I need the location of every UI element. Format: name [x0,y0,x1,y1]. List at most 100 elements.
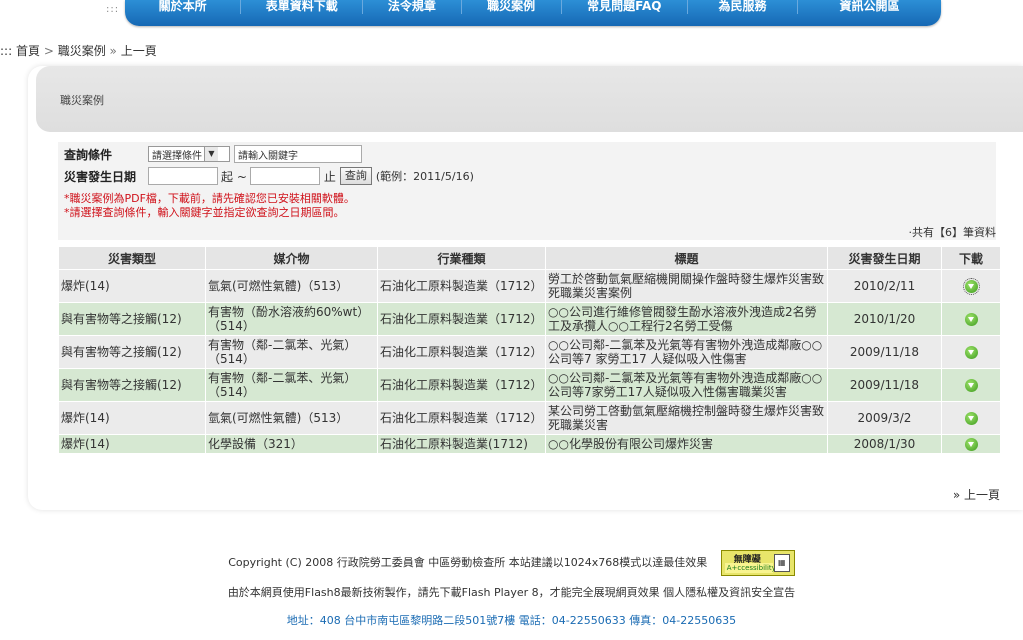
cell-medium: 有害物（酚水溶液約60%wt）（514） [205,302,378,336]
page-title: 職災案例 [60,94,104,107]
download-icon[interactable] [964,379,978,392]
table-row: 與有害物等之接觸(12) 有害物（鄰-二氯苯、光氣）（514） 石油化工原料製造… [58,335,1001,369]
header-industry: 行業種類 [377,246,546,270]
nav-item-regulations[interactable]: 法令規章 [363,0,462,14]
cell-download [941,368,1001,402]
cell-industry: 石油化工原料製造業（1712） [377,269,546,303]
accident-case-table: 災害類型 媒介物 行業種類 標題 災害發生日期 下載 爆炸(14) 氫氣(可燃性… [58,246,1001,454]
download-icon[interactable] [964,313,978,326]
breadcrumb: ::: 首頁 > 職災案例 » 上一頁 [0,42,157,59]
record-count: ‧共有【6】筆資料 [908,226,997,239]
header-medium: 媒介物 [205,246,378,270]
query-instruction-note: *請選擇查詢條件，輸入關鍵字並指定欲查詢之日期區間。 [64,206,345,219]
table-row: 與有害物等之接觸(12) 有害物（鄰-二氯苯、光氣）（514） 石油化工原料製造… [58,368,1001,402]
cell-title[interactable]: ○○化學股份有限公司爆炸災害 [545,434,828,454]
date-to-text: 止 [323,169,336,184]
cell-type: 與有害物等之接觸(12) [58,368,206,402]
download-icon[interactable] [964,412,978,425]
breadcrumb-current: 職災案例 [57,44,106,58]
date-from-input[interactable] [148,167,218,185]
condition-select[interactable]: 請選擇條件 ▼ [148,146,230,162]
cell-type: 爆炸(14) [58,434,206,454]
condition-select-value: 請選擇條件 [152,150,202,162]
cell-title[interactable]: ○○公司進行維修管閥發生酚水溶液外洩造成2名勞工及承攬人○○工程行2名勞工受傷 [545,302,828,336]
keyword-input[interactable]: 請輸入關鍵字 [234,145,362,163]
chevron-down-icon[interactable]: ▼ [204,147,218,161]
download-icon[interactable] [962,278,980,295]
cell-industry: 石油化工原料製造業（1712） [377,368,546,402]
table-row: 爆炸(14) 化學設備（321） 石油化工原料製造業(1712) ○○化學股份有… [58,434,1001,454]
cell-date: 2009/11/18 [827,335,942,369]
cell-medium: 有害物（鄰-二氯苯、光氣）（514） [205,335,378,369]
table-header-row: 災害類型 媒介物 行業種類 標題 災害發生日期 下載 [58,246,1001,270]
date-to-input[interactable] [249,167,320,185]
accesskey-dots[interactable]: ::: [106,4,119,15]
table-row: 與有害物等之接觸(12) 有害物（酚水溶液約60%wt）（514） 石油化工原料… [58,302,1001,336]
accessibility-badge[interactable]: 無障礙 A+ccessibility ▦ [720,550,795,576]
nav-item-faq[interactable]: 常見問題FAQ [562,0,688,14]
cell-download [941,269,1001,303]
nav-item-forms-download[interactable]: 表單資料下載 [241,0,364,14]
accessibility-logo-icon: ▦ [773,554,790,572]
cell-type: 與有害物等之接觸(12) [58,335,206,369]
breadcrumb-home-link[interactable]: 首頁 [16,44,40,58]
cell-date: 2009/3/2 [827,401,942,435]
cell-industry: 石油化工原料製造業(1712) [377,434,546,454]
date-label: 災害發生日期 [64,169,137,184]
date-example: (範例：2011/5/16) [375,170,474,183]
breadcrumb-dots: ::: [0,44,13,58]
cell-title[interactable]: ○○公司鄰-二氯苯及光氣等有害物外洩造成鄰廠○○公司等7 家勞工17 人疑似吸入… [545,335,828,369]
footer-flash-note: 由於本網頁使用Flash8最新技術製作，請先下載Flash Player 8，才… [227,586,796,599]
breadcrumb-separator-2: » [109,44,117,58]
header-title: 標題 [545,246,828,270]
copyright-text: Copyright (C) 2008 行政院勞工委員會 中區勞動檢查所 本站建議… [228,556,708,569]
cell-download [941,335,1001,369]
nav-item-accident-cases[interactable]: 職災案例 [462,0,562,14]
cell-type: 與有害物等之接觸(12) [58,302,206,336]
cell-medium: 有害物（鄰-二氯苯、光氣）（514） [205,368,378,402]
search-button[interactable]: 查詢 [339,167,372,185]
date-from-text: 起 ~ [221,169,247,184]
cell-date: 2008/1/30 [827,434,942,454]
cell-title[interactable]: 勞工於啓動氫氣壓縮機開關操作盤時發生爆炸災害致死職業災害案例 [545,269,828,303]
breadcrumb-separator: > [43,44,54,58]
nav-item-about[interactable]: 關於本所 [125,0,242,14]
cell-type: 爆炸(14) [58,401,206,435]
query-form: 查詢條件 請選擇條件 ▼ 請輸入關鍵字 災害發生日期 起 ~ 止 查詢 (範例：… [58,142,996,240]
cell-industry: 石油化工原料製造業（1712） [377,335,546,369]
download-icon[interactable] [964,346,978,359]
nav-item-info-disclosure[interactable]: 資訊公開區 [798,0,941,14]
header-date: 災害發生日期 [827,246,942,270]
main-menu: 關於本所 表單資料下載 法令規章 職災案例 常見問題FAQ 為民服務 資訊公開區 [125,0,941,26]
panel-header: 職災案例 [36,66,1023,132]
back-link[interactable]: » 上一頁 [953,486,1000,503]
condition-label: 查詢條件 [64,147,113,162]
cell-industry: 石油化工原料製造業（1712） [377,302,546,336]
cell-medium: 氫氣(可燃性氣體)（513） [205,269,378,303]
cell-type: 爆炸(14) [58,269,206,303]
query-date-row: 災害發生日期 起 ~ 止 查詢 (範例：2011/5/16) [64,166,474,186]
query-condition-row: 查詢條件 請選擇條件 ▼ 請輸入關鍵字 [64,144,362,164]
cell-date: 2010/1/20 [827,302,942,336]
cell-date: 2010/2/11 [827,269,942,303]
cell-download [941,302,1001,336]
cell-download [941,401,1001,435]
table-row: 爆炸(14) 氫氣(可燃性氣體)（513） 石油化工原料製造業（1712） 某公… [58,401,1001,435]
footer-address: 地址：408 台中市南屯區黎明路二段501號7樓 電話：04-22550633 … [286,614,737,627]
cell-medium: 氫氣(可燃性氣體)（513） [205,401,378,435]
nav-item-public-service[interactable]: 為民服務 [688,0,799,14]
breadcrumb-back-link[interactable]: 上一頁 [121,44,157,58]
cell-industry: 石油化工原料製造業（1712） [377,401,546,435]
accessibility-badge-sub: A+ccessibility [724,563,776,573]
cell-medium: 化學設備（321） [205,434,378,454]
cell-title[interactable]: 某公司勞工啓動氫氣壓縮機控制盤時發生爆炸災害致死職業災害 [545,401,828,435]
cell-download [941,434,1001,454]
header-disaster-type: 災害類型 [58,246,206,270]
cell-title[interactable]: ○○公司鄰-二氯苯及光氣等有害物外洩造成鄰廠○○公司等7家勞工17人疑似吸入性傷… [545,368,828,402]
header-download: 下載 [941,246,1001,270]
cell-date: 2009/11/18 [827,368,942,402]
download-icon[interactable] [964,438,978,451]
table-row: 爆炸(14) 氫氣(可燃性氣體)（513） 石油化工原料製造業（1712） 勞工… [58,269,1001,303]
top-navigation: ::: 關於本所 表單資料下載 法令規章 職災案例 常見問題FAQ 為民服務 資… [0,0,1023,40]
footer-copyright: Copyright (C) 2008 行政院勞工委員會 中區勞動檢查所 本站建議… [0,550,1023,576]
